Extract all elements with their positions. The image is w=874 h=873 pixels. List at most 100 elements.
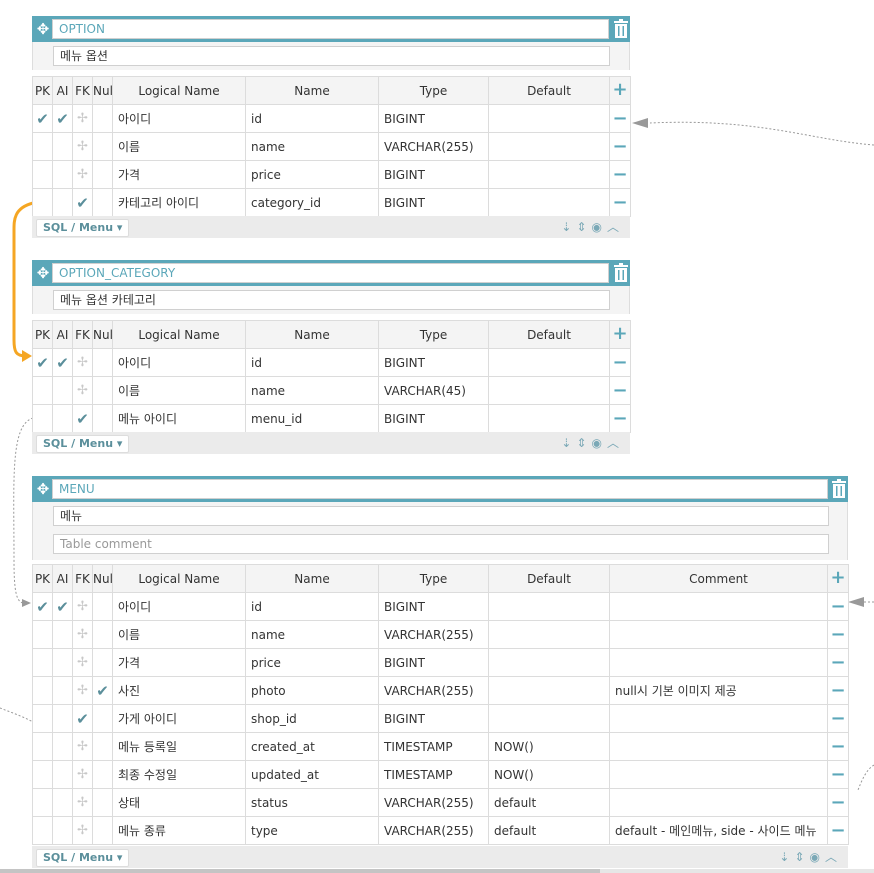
fk-toggle[interactable]: ✢ xyxy=(72,160,93,189)
ai-toggle[interactable] xyxy=(52,620,73,649)
ai-toggle[interactable] xyxy=(52,648,73,677)
column-row[interactable]: ✔ ✔ ✢ 아이디 id BIGINT − xyxy=(32,348,631,377)
cell-name[interactable]: status xyxy=(245,788,379,817)
cell-comment[interactable] xyxy=(609,592,828,621)
ai-check-icon[interactable]: ✔ xyxy=(52,348,73,377)
null-toggle[interactable] xyxy=(92,788,113,817)
ai-check-icon[interactable]: ✔ xyxy=(52,104,73,133)
minus-icon[interactable]: − xyxy=(830,736,845,757)
fk-toggle[interactable]: ✢ xyxy=(72,676,93,705)
cell-default[interactable] xyxy=(488,404,610,433)
null-toggle[interactable] xyxy=(92,760,113,789)
minus-icon[interactable]: − xyxy=(830,764,845,785)
fk-check-icon[interactable]: ✔ xyxy=(72,188,93,217)
cell-comment[interactable]: default - 메인메뉴, side - 사이드 메뉴 xyxy=(609,816,828,845)
cell-name[interactable]: id xyxy=(245,104,379,133)
sql-menu-dropdown[interactable]: SQL / Menu ▾ xyxy=(36,435,130,453)
cell-comment[interactable] xyxy=(609,788,828,817)
column-row[interactable]: ✢ 이름 name VARCHAR(45) − xyxy=(32,376,631,405)
updown-icon[interactable]: ⇕ xyxy=(794,850,809,864)
remove-column-button[interactable]: − xyxy=(609,348,631,377)
comment-icon[interactable]: ◉ xyxy=(592,436,607,450)
null-toggle[interactable] xyxy=(92,704,113,733)
fk-toggle[interactable]: ✢ xyxy=(72,348,93,377)
cell-name[interactable]: updated_at xyxy=(245,760,379,789)
cell-type[interactable]: BIGINT xyxy=(378,104,489,133)
fk-toggle[interactable]: ✢ xyxy=(72,648,93,677)
minus-icon[interactable]: − xyxy=(612,192,627,213)
cell-default[interactable]: default xyxy=(488,816,610,845)
comment-icon[interactable]: ◉ xyxy=(810,850,825,864)
remove-column-button[interactable]: − xyxy=(609,404,631,433)
ai-toggle[interactable] xyxy=(52,160,73,189)
ai-toggle[interactable] xyxy=(52,132,73,161)
table-comment-input[interactable]: 메뉴 xyxy=(53,506,829,526)
fk-toggle[interactable]: ✢ xyxy=(72,620,93,649)
column-row[interactable]: ✢ 최종 수정일 updated_at TIMESTAMP NOW() − xyxy=(32,760,849,789)
cell-name[interactable]: photo xyxy=(245,676,379,705)
cell-logical[interactable]: 사진 xyxy=(112,676,246,705)
cell-name[interactable]: name xyxy=(245,620,379,649)
null-toggle[interactable] xyxy=(92,404,113,433)
cell-default[interactable] xyxy=(488,104,610,133)
remove-column-button[interactable]: − xyxy=(827,816,849,845)
table-comment-input[interactable]: 메뉴 옵션 카테고리 xyxy=(53,290,610,310)
cell-type[interactable]: VARCHAR(255) xyxy=(378,788,489,817)
cell-default[interactable] xyxy=(488,188,610,217)
ai-toggle[interactable] xyxy=(52,404,73,433)
fk-toggle[interactable]: ✢ xyxy=(72,760,93,789)
cell-logical[interactable]: 아이디 xyxy=(112,348,246,377)
column-row[interactable]: ✢ 이름 name VARCHAR(255) − xyxy=(32,620,849,649)
cell-type[interactable]: VARCHAR(255) xyxy=(378,132,489,161)
pk-check-icon[interactable]: ✔ xyxy=(32,348,53,377)
null-toggle[interactable] xyxy=(92,188,113,217)
null-toggle[interactable] xyxy=(92,648,113,677)
chevron-up-icon[interactable]: ︿ xyxy=(607,220,624,234)
null-toggle[interactable] xyxy=(92,104,113,133)
fk-check-icon[interactable]: ✔ xyxy=(72,404,93,433)
ai-toggle[interactable] xyxy=(52,704,73,733)
cell-default[interactable] xyxy=(488,132,610,161)
column-row[interactable]: ✔ 가게 아이디 shop_id BIGINT − xyxy=(32,704,849,733)
cell-type[interactable]: BIGINT xyxy=(378,404,489,433)
trash-icon[interactable] xyxy=(613,263,629,283)
sort-az-icon[interactable]: ⇣ xyxy=(561,436,576,450)
cell-default[interactable] xyxy=(488,648,610,677)
cell-type[interactable]: BIGINT xyxy=(378,188,489,217)
table-name-input[interactable]: OPTION xyxy=(52,19,609,39)
column-row[interactable]: ✢ 이름 name VARCHAR(255) − xyxy=(32,132,631,161)
null-toggle[interactable] xyxy=(92,348,113,377)
table-option-category[interactable]: ✥ OPTION_CATEGORY 메뉴 옵션 카테고리 PKAIFKNullL… xyxy=(32,260,631,454)
cell-type[interactable]: TIMESTAMP xyxy=(378,732,489,761)
cell-logical[interactable]: 이름 xyxy=(112,620,246,649)
cell-logical[interactable]: 카테고리 아이디 xyxy=(112,188,246,217)
remove-column-button[interactable]: − xyxy=(609,104,631,133)
pk-toggle[interactable] xyxy=(32,404,53,433)
fk-check-icon[interactable]: ✔ xyxy=(72,704,93,733)
cell-default[interactable] xyxy=(488,348,610,377)
cell-name[interactable]: id xyxy=(245,592,379,621)
cell-logical[interactable]: 메뉴 등록일 xyxy=(112,732,246,761)
cell-logical[interactable]: 메뉴 아이디 xyxy=(112,404,246,433)
trash-icon[interactable] xyxy=(831,479,847,499)
cell-type[interactable]: BIGINT xyxy=(378,348,489,377)
pk-toggle[interactable] xyxy=(32,620,53,649)
column-row[interactable]: ✔ ✔ ✢ 아이디 id BIGINT − xyxy=(32,104,631,133)
cell-comment[interactable] xyxy=(609,760,828,789)
remove-column-button[interactable]: − xyxy=(827,732,849,761)
remove-column-button[interactable]: − xyxy=(827,704,849,733)
column-row[interactable]: ✢ 가격 price BIGINT − xyxy=(32,160,631,189)
pk-check-icon[interactable]: ✔ xyxy=(32,592,53,621)
cell-logical[interactable]: 메뉴 종류 xyxy=(112,816,246,845)
pk-check-icon[interactable]: ✔ xyxy=(32,104,53,133)
scrollbar-thumb[interactable] xyxy=(0,869,600,873)
move-icon[interactable]: ✥ xyxy=(34,20,52,38)
null-toggle[interactable] xyxy=(92,592,113,621)
updown-icon[interactable]: ⇕ xyxy=(576,220,591,234)
move-icon[interactable]: ✥ xyxy=(34,264,52,282)
cell-default[interactable]: NOW() xyxy=(488,760,610,789)
chevron-up-icon[interactable]: ︿ xyxy=(607,436,624,450)
cell-comment[interactable] xyxy=(609,704,828,733)
pk-toggle[interactable] xyxy=(32,132,53,161)
cell-name[interactable]: name xyxy=(245,132,379,161)
